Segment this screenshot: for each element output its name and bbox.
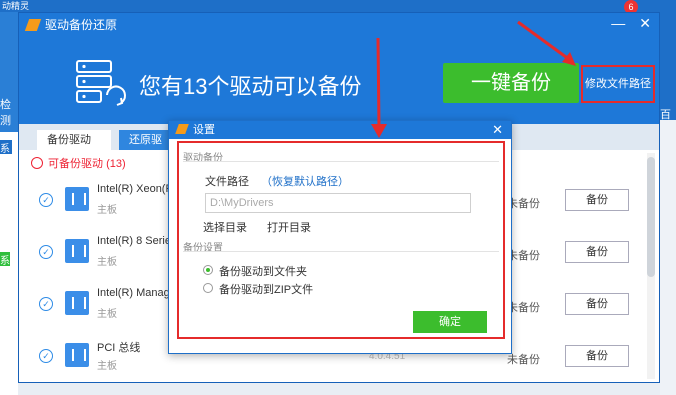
section-label: 可备份驱动 [48,158,103,170]
driver-category: 主板 [97,257,117,268]
dialog-titlebar: 设置 [169,121,511,139]
open-dir-button[interactable]: 打开目录 [267,219,311,235]
driver-name: PCI 总线 [97,342,141,354]
driver-name: Intel(R) Manag [97,287,170,299]
chip-icon [65,187,89,211]
modify-path-link[interactable]: 修改文件路径 [581,65,655,103]
close-button[interactable]: ✕ [639,15,651,31]
radio-folder[interactable] [203,265,213,275]
chip-icon [65,343,89,367]
bg-right-panel [660,120,676,395]
option-zip-label[interactable]: 备份驱动到ZIP文件 [219,281,313,297]
radio-zip[interactable] [203,283,213,293]
bg-detect-tab[interactable]: 检测 [0,96,18,128]
backup-button[interactable]: 备份 [565,345,629,367]
section-count: (13) [106,158,126,170]
row-checkbox[interactable]: ✓ [39,245,53,259]
window-header: 驱动备份还原 — ✕ 您有13个驱动可以备份 一键备份 修改文件路径 [19,13,659,124]
chip-icon [65,239,89,263]
list-scrollbar[interactable] [647,153,655,379]
page-headline: 您有13个驱动可以备份 [139,74,362,99]
window-title: 驱动备份还原 [24,17,118,33]
choose-dir-button[interactable]: 选择目录 [203,219,247,235]
chip-icon [65,291,89,315]
bg-title-fragment: 动精灵 [2,1,30,11]
dialog-title: 设置 [193,124,215,136]
ok-button[interactable]: 确定 [413,311,487,333]
settings-dialog: 设置 ✕ 驱动备份 文件路径 （恢复默认路径） D:\MyDrivers 选择目… [168,120,512,354]
restore-default-path-link[interactable]: （恢复默认路径） [261,173,349,189]
backup-button[interactable]: 备份 [565,189,629,211]
driver-category: 主板 [97,205,117,216]
highlight-box: 驱动备份 文件路径 （恢复默认路径） D:\MyDrivers 选择目录 打开目… [177,141,505,339]
row-checkbox[interactable]: ✓ [39,297,53,311]
backup-button[interactable]: 备份 [565,293,629,315]
path-label: 文件路径 [205,176,249,188]
section-header: 可备份驱动 (13) [31,155,126,171]
path-input[interactable]: D:\MyDrivers [205,193,471,213]
scrollbar-thumb[interactable] [647,157,655,277]
driver-name: Intel(R) 8 Serie [97,235,171,247]
driver-category: 主板 [97,309,117,320]
option-folder-label[interactable]: 备份驱动到文件夹 [219,263,307,279]
window-title-text: 驱动备份还原 [45,18,118,32]
divider [183,251,499,252]
divider [183,161,499,162]
bg-right-edge: 百宝 [660,12,676,395]
backup-button[interactable]: 备份 [565,241,629,263]
tab-backup[interactable]: 备份驱动 [37,130,111,150]
driver-name: Intel(R) Xeon(R [97,183,174,195]
backup-all-button[interactable]: 一键备份 [443,63,579,103]
server-backup-icon [76,60,126,106]
dialog-close-button[interactable]: ✕ [492,121,503,139]
bg-badge-system: 系 [0,140,12,155]
row-checkbox[interactable]: ✓ [39,349,53,363]
bg-badge-system-green: 系 [0,252,10,267]
bg-left-strip: 检测 系 系 [0,12,18,395]
row-checkbox[interactable]: ✓ [39,193,53,207]
app-logo-icon [175,124,189,134]
select-all-checkbox[interactable] [31,157,43,169]
driver-category: 主板 [97,361,117,372]
window-controls: — ✕ [597,15,651,32]
minimize-button[interactable]: — [611,15,625,31]
app-logo-icon [24,19,42,31]
